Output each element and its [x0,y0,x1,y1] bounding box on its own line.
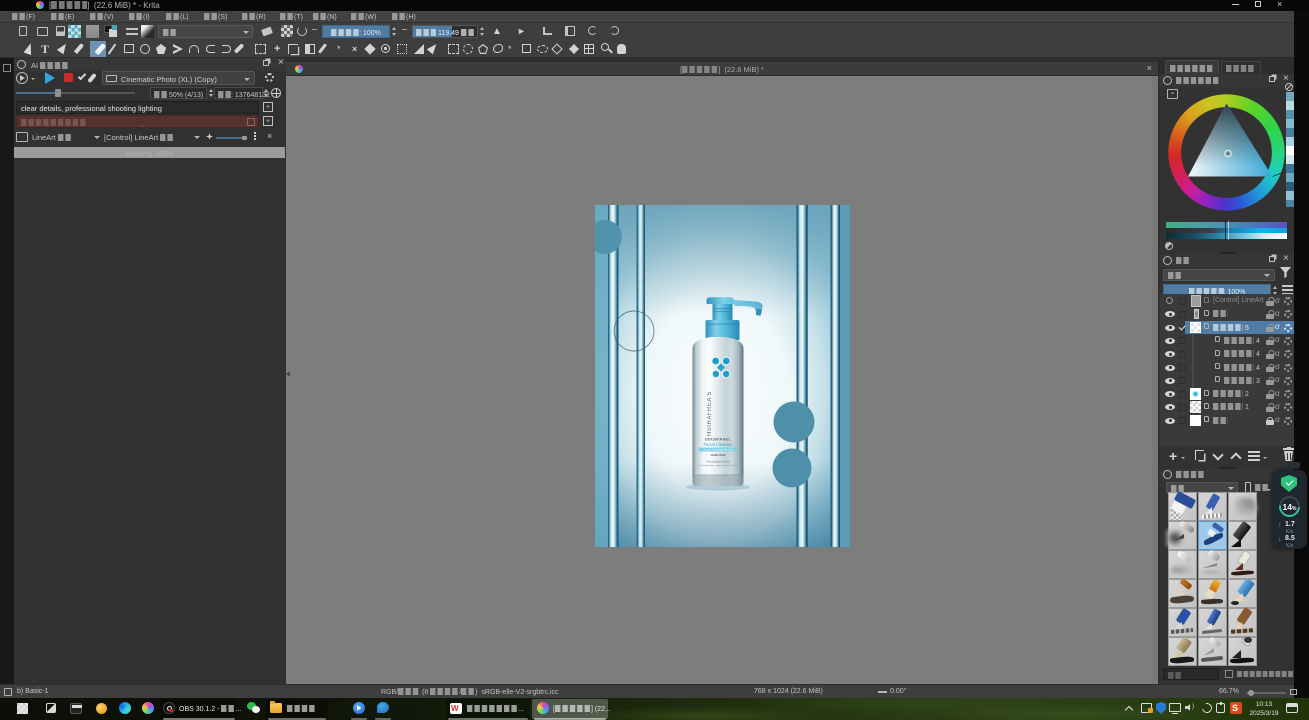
svg-text:Gentle Foaming Texture: Gentle Foaming Texture [703,448,733,452]
svg-text:For all skin types - daily gen: For all skin types - daily gentle care 1… [699,464,737,467]
svg-text:FIABLIZAN: FIABLIZAN [711,453,726,457]
svg-text:UDIZRIFAEL: UDIZRIFAEL [705,438,732,442]
svg-text:Facial Cleanser: Facial Cleanser [703,442,733,447]
svg-text:Dermatologist Tested: Dermatologist Tested [707,461,730,464]
svg-text:HSIRAFREA 5: HSIRAFREA 5 [707,391,713,436]
